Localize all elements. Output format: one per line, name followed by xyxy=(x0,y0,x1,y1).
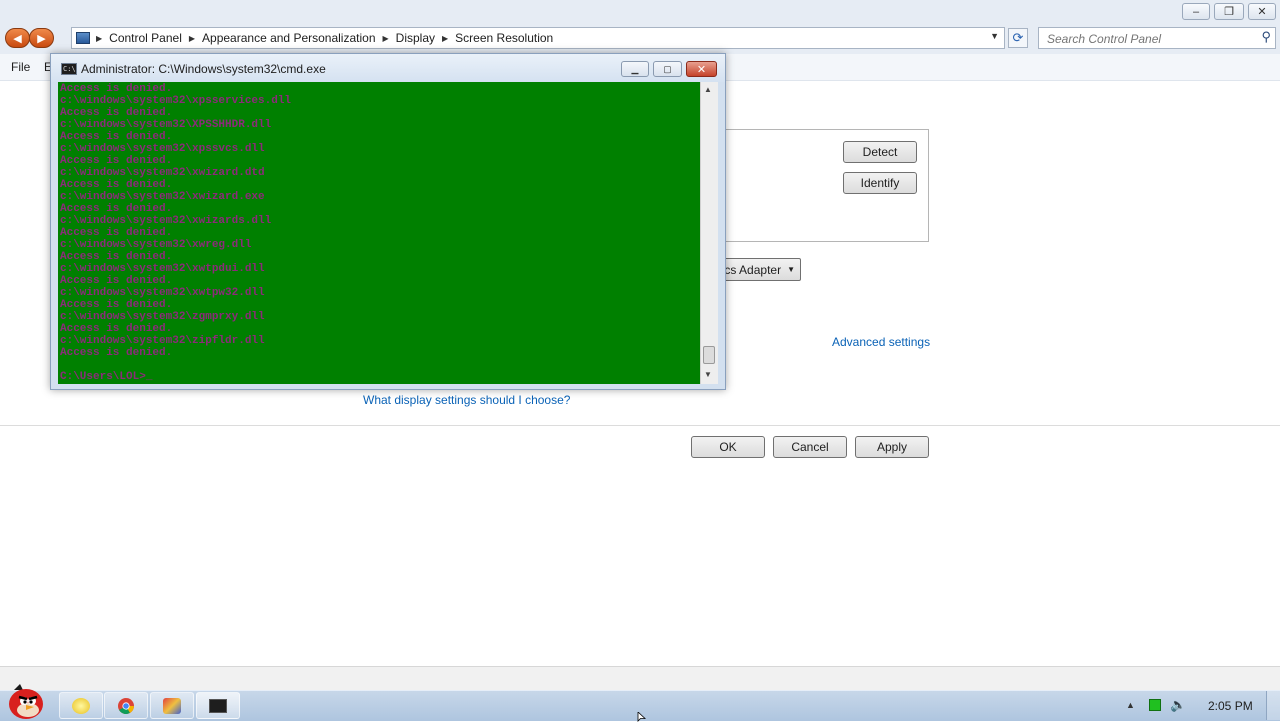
search-input[interactable] xyxy=(1045,29,1254,49)
search-box[interactable]: ⚲ xyxy=(1038,27,1276,49)
taskbar-explorer-button[interactable] xyxy=(59,692,103,719)
address-row: ◀ ▶ ▶ Control Panel ▶ Appearance and Per… xyxy=(0,24,1280,54)
identify-button[interactable]: Identify xyxy=(843,172,917,194)
cmd-output-line: Access is denied. xyxy=(60,275,173,287)
apply-button[interactable]: Apply xyxy=(855,436,929,458)
cancel-button[interactable]: Cancel xyxy=(773,436,847,458)
cmd-window[interactable]: C:\ Administrator: C:\Windows\system32\c… xyxy=(50,53,726,390)
breadcrumb-control-panel[interactable]: Control Panel xyxy=(104,31,187,45)
adapter-select-value: cs Adapter xyxy=(724,262,782,277)
breadcrumb-separator-icon[interactable]: ▶ xyxy=(187,34,197,43)
refresh-icon[interactable]: ⟳ xyxy=(1008,28,1028,48)
show-desktop-button[interactable] xyxy=(1266,691,1280,720)
address-dropdown-icon[interactable]: ▼ xyxy=(990,31,999,41)
cmd-minimize-button[interactable]: ▁ xyxy=(621,61,649,77)
cmd-output-line: c:\windows\system32\xwizards.dll xyxy=(60,215,272,227)
scroll-down-icon[interactable]: ▼ xyxy=(704,370,712,379)
chevron-down-icon: ▼ xyxy=(787,265,795,274)
cmd-output-line: c:\windows\system32\zipfldr.dll xyxy=(60,335,265,347)
cmd-output-line: c:\windows\system32\xpsservices.dll xyxy=(60,95,292,107)
cmd-output-line: Access is denied. xyxy=(60,251,173,263)
ok-button[interactable]: OK xyxy=(691,436,765,458)
control-panel-titlebar: – ❐ ✕ xyxy=(0,0,1280,24)
cmd-console-output[interactable]: Access is denied. c:\windows\system32\xps… xyxy=(58,82,700,384)
scroll-thumb[interactable] xyxy=(703,346,715,364)
address-bar[interactable]: ▶ Control Panel ▶ Appearance and Persona… xyxy=(71,27,1005,49)
cmd-output-line: c:\windows\system32\xpssvcs.dll xyxy=(60,143,265,155)
taskbar-paint-button[interactable] xyxy=(150,692,194,719)
cmd-output-line: Access is denied. xyxy=(60,227,173,239)
forward-button[interactable]: ▶ xyxy=(29,28,54,48)
cmd-output-line: c:\windows\system32\xwizard.exe xyxy=(60,191,265,203)
cmd-output-line: Access is denied. xyxy=(60,347,173,359)
cmd-output-line: Access is denied. xyxy=(60,323,173,335)
breadcrumb-display[interactable]: Display xyxy=(391,31,440,45)
cmd-output-line: c:\windows\system32\xwtpw32.dll xyxy=(60,287,265,299)
cp-close-button[interactable]: ✕ xyxy=(1248,3,1276,20)
window-bottom-edge xyxy=(0,666,1280,691)
cmd-output-line: Access is denied. xyxy=(60,107,173,119)
chrome-icon xyxy=(118,697,134,714)
explorer-icon xyxy=(72,697,90,714)
network-icon[interactable] xyxy=(1149,699,1161,711)
cmd-output-line: Access is denied. xyxy=(60,131,173,143)
cmd-output-line: Access is denied. xyxy=(60,155,173,167)
volume-icon[interactable]: 🔈 xyxy=(1170,697,1186,713)
cmd-output-line: c:\windows\system32\xwizard.dtd xyxy=(60,167,265,179)
cmd-output-line: c:\windows\system32\XPSSHHDR.dll xyxy=(60,119,272,131)
detect-button[interactable]: Detect xyxy=(843,141,917,163)
divider xyxy=(0,425,1280,426)
cmd-maximize-button[interactable]: ▢ xyxy=(653,61,682,77)
cmd-titlebar[interactable]: C:\ Administrator: C:\Windows\system32\c… xyxy=(51,54,725,82)
advanced-settings-link[interactable]: Advanced settings xyxy=(832,335,930,349)
cmd-icon xyxy=(209,698,227,713)
search-icon[interactable]: ⚲ xyxy=(1261,29,1271,45)
menu-file[interactable]: File xyxy=(11,60,30,74)
cmd-output-line: Access is denied. xyxy=(60,83,173,95)
cmd-output-line: Access is denied. xyxy=(60,299,173,311)
breadcrumb-separator-icon[interactable]: ▶ xyxy=(440,34,450,43)
cmd-close-button[interactable]: ✕ xyxy=(686,61,717,77)
breadcrumb-separator-icon[interactable]: ▶ xyxy=(381,34,391,43)
breadcrumb-screen-resolution[interactable]: Screen Resolution xyxy=(450,31,558,45)
taskbar-chrome-button[interactable] xyxy=(104,692,148,719)
cmd-output-line: Access is denied. xyxy=(60,179,173,191)
cp-maximize-button[interactable]: ❐ xyxy=(1214,3,1244,20)
back-button[interactable]: ◀ xyxy=(5,28,30,48)
mouse-cursor-icon xyxy=(637,712,647,722)
control-panel-icon xyxy=(76,32,90,44)
taskbar-cmd-button[interactable] xyxy=(196,692,240,719)
cmd-output-line: Access is denied. xyxy=(60,203,173,215)
cmd-scrollbar[interactable]: ▲ ▼ xyxy=(700,82,718,384)
breadcrumb-appearance[interactable]: Appearance and Personalization xyxy=(197,31,380,45)
display-help-link[interactable]: What display settings should I choose? xyxy=(363,393,570,407)
paint-icon xyxy=(163,697,181,714)
scroll-up-icon[interactable]: ▲ xyxy=(704,85,712,94)
cp-minimize-button[interactable]: – xyxy=(1182,3,1210,20)
cmd-icon: C:\ xyxy=(61,63,77,75)
cmd-output-line: c:\windows\system32\zgmprxy.dll xyxy=(60,311,265,323)
cmd-title: Administrator: C:\Windows\system32\cmd.e… xyxy=(81,62,326,76)
cmd-output-line: c:\windows\system32\xwtpdui.dll xyxy=(60,263,265,275)
clock[interactable]: 2:05 PM xyxy=(1208,699,1253,713)
cmd-output-line: c:\windows\system32\xwreg.dll xyxy=(60,239,252,251)
show-hidden-icons-icon[interactable]: ▲ xyxy=(1126,700,1135,710)
cmd-output-line: C:\Users\LOL>_ xyxy=(60,371,153,383)
start-orb-angry-bird-icon[interactable] xyxy=(4,682,48,720)
breadcrumb-separator-icon: ▶ xyxy=(96,33,103,43)
